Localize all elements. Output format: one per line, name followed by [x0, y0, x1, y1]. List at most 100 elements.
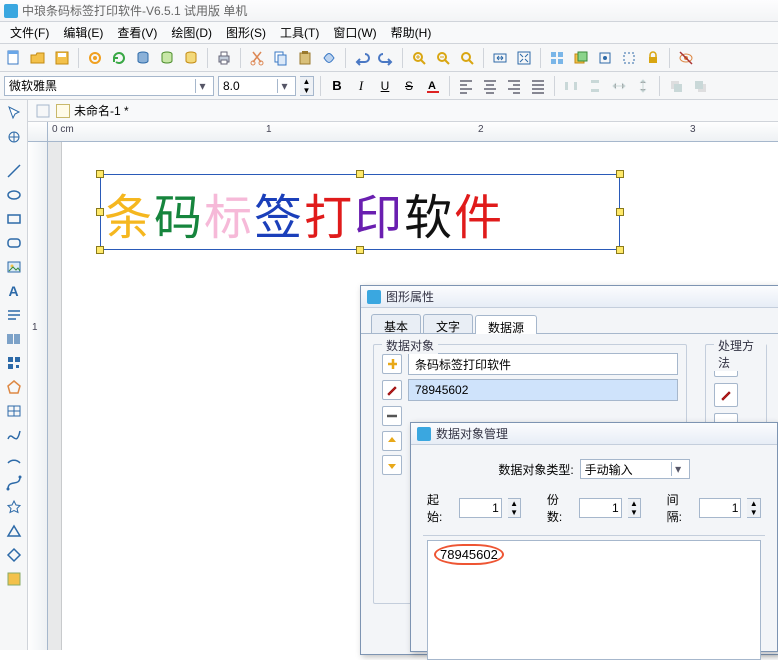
data-row-0[interactable]: 条码标签打印软件	[382, 353, 678, 375]
data-object-manage-dialog[interactable]: 数据对象管理 数据对象类型: 手动输入 ▾ 起始: 1 ▲▼ 份数: 1 ▲▼ …	[410, 422, 778, 652]
guides-icon[interactable]	[619, 48, 639, 68]
arc-tool-icon[interactable]	[3, 448, 25, 470]
menu-window[interactable]: 窗口(W)	[327, 22, 382, 43]
open-icon[interactable]	[28, 48, 48, 68]
resize-handle-e[interactable]	[616, 208, 624, 216]
triangle-tool-icon[interactable]	[3, 520, 25, 542]
tab-datasource[interactable]: 数据源	[475, 315, 537, 334]
start-input[interactable]: 1	[459, 498, 502, 518]
edit-data-button[interactable]	[382, 380, 402, 400]
undo-icon[interactable]	[352, 48, 372, 68]
dist-v-icon[interactable]	[585, 76, 605, 96]
align-justify-icon[interactable]	[528, 76, 548, 96]
resize-handle-w[interactable]	[96, 208, 104, 216]
database2-icon[interactable]	[157, 48, 177, 68]
send-back-icon[interactable]	[690, 76, 710, 96]
fit-width-icon[interactable]	[490, 48, 510, 68]
fit-page-icon[interactable]	[514, 48, 534, 68]
resize-handle-nw[interactable]	[96, 170, 104, 178]
font-size-spinner[interactable]: ▲▼	[300, 76, 314, 96]
cut-icon[interactable]	[247, 48, 267, 68]
menu-file[interactable]: 文件(F)	[4, 22, 55, 43]
text-color-icon[interactable]: A	[423, 76, 443, 96]
image-tool-icon[interactable]	[3, 256, 25, 278]
roundrect-tool-icon[interactable]	[3, 232, 25, 254]
content-textarea[interactable]: 78945602	[427, 540, 761, 660]
italic-icon[interactable]: I	[351, 76, 371, 96]
menu-help[interactable]: 帮助(H)	[385, 22, 438, 43]
bezier-tool-icon[interactable]	[3, 472, 25, 494]
preview-icon[interactable]	[676, 48, 696, 68]
spacing2-icon[interactable]	[633, 76, 653, 96]
ellipse-tool-icon[interactable]	[3, 184, 25, 206]
method-edit-button[interactable]	[714, 383, 738, 407]
resize-handle-se[interactable]	[616, 246, 624, 254]
type-combo[interactable]: 手动输入 ▾	[580, 459, 690, 479]
move-up-button[interactable]	[382, 431, 402, 451]
doc-menu-icon[interactable]	[34, 102, 52, 120]
database-icon[interactable]	[133, 48, 153, 68]
database3-icon[interactable]	[181, 48, 201, 68]
move-down-button[interactable]	[382, 455, 402, 475]
color-tool-icon[interactable]	[3, 568, 25, 590]
copy-icon[interactable]	[271, 48, 291, 68]
save-icon[interactable]	[52, 48, 72, 68]
rect-tool-icon[interactable]	[3, 208, 25, 230]
barcode-tool-icon[interactable]	[3, 328, 25, 350]
star-tool-icon[interactable]	[3, 496, 25, 518]
align-center-icon[interactable]	[480, 76, 500, 96]
richtext-tool-icon[interactable]	[3, 304, 25, 326]
layers-icon[interactable]	[571, 48, 591, 68]
zoom-fit-icon[interactable]	[457, 48, 477, 68]
resize-handle-n[interactable]	[356, 170, 364, 178]
polygon-tool-icon[interactable]	[3, 376, 25, 398]
refresh-icon[interactable]	[109, 48, 129, 68]
font-name-combo[interactable]: 微软雅黑 ▾	[4, 76, 214, 96]
resize-handle-sw[interactable]	[96, 246, 104, 254]
curve-tool-icon[interactable]	[3, 424, 25, 446]
spacing-icon[interactable]	[609, 76, 629, 96]
gap-input[interactable]: 1	[699, 498, 742, 518]
menu-draw[interactable]: 绘图(D)	[165, 22, 218, 43]
font-size-combo[interactable]: 8.0 ▾	[218, 76, 296, 96]
diamond-tool-icon[interactable]	[3, 544, 25, 566]
doc-tab-title[interactable]: 未命名-1 *	[74, 102, 129, 119]
count-spinner[interactable]: ▲▼	[628, 498, 642, 518]
pan-tool-icon[interactable]	[3, 126, 25, 148]
underline-icon[interactable]: U	[375, 76, 395, 96]
gear-icon[interactable]	[85, 48, 105, 68]
add-data-button[interactable]	[382, 354, 402, 374]
zoom-in-icon[interactable]	[409, 48, 429, 68]
menu-edit[interactable]: 编辑(E)	[57, 22, 109, 43]
menu-view[interactable]: 查看(V)	[111, 22, 163, 43]
dialog-titlebar[interactable]: 数据对象管理	[411, 423, 777, 445]
zoom-out-icon[interactable]	[433, 48, 453, 68]
count-input[interactable]: 1	[579, 498, 622, 518]
redo-icon[interactable]	[376, 48, 396, 68]
start-spinner[interactable]: ▲▼	[508, 498, 522, 518]
strike-icon[interactable]: S	[399, 76, 419, 96]
menu-tools[interactable]: 工具(T)	[274, 22, 325, 43]
tab-basic[interactable]: 基本	[371, 314, 421, 333]
qrcode-tool-icon[interactable]	[3, 352, 25, 374]
bring-front-icon[interactable]	[666, 76, 686, 96]
panel-titlebar[interactable]: 图形属性	[361, 286, 778, 308]
dist-h-icon[interactable]	[561, 76, 581, 96]
lock-icon[interactable]	[643, 48, 663, 68]
table-tool-icon[interactable]	[3, 400, 25, 422]
grid-icon[interactable]	[547, 48, 567, 68]
text-object[interactable]: 条码标签打印软件	[104, 178, 504, 248]
gap-spinner[interactable]: ▲▼	[747, 498, 761, 518]
print-icon[interactable]	[214, 48, 234, 68]
paste-icon[interactable]	[295, 48, 315, 68]
text-tool-icon[interactable]: A	[3, 280, 25, 302]
bold-icon[interactable]: B	[327, 76, 347, 96]
delete-icon[interactable]	[319, 48, 339, 68]
tab-text[interactable]: 文字	[423, 314, 473, 333]
menu-shape[interactable]: 图形(S)	[220, 22, 272, 43]
data-row-1[interactable]: 78945602	[382, 379, 678, 401]
align-left-icon[interactable]	[456, 76, 476, 96]
new-doc-icon[interactable]	[4, 48, 24, 68]
align-right-icon[interactable]	[504, 76, 524, 96]
arrow-tool-icon[interactable]	[3, 102, 25, 124]
